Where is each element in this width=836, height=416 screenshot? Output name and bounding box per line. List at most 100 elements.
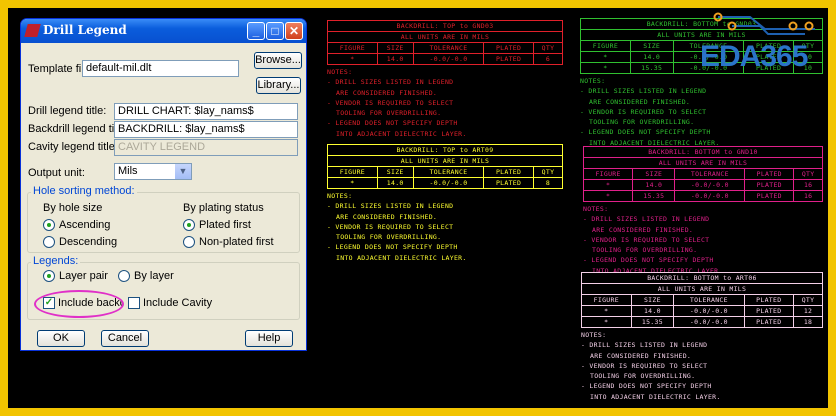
legend-header: FIGURE — [327, 166, 378, 178]
legend-cell: * — [581, 316, 632, 328]
close-button[interactable]: ✕ — [285, 22, 303, 40]
legend-cell: * — [327, 53, 378, 65]
legend-cell: * — [580, 62, 631, 74]
legend-header: TOLERANCE — [673, 294, 745, 306]
browse-button[interactable]: Browse... — [254, 52, 302, 69]
legend-row: * 14.0 -0.0/-0.0 PLATED 6 — [327, 53, 564, 65]
legend-note: - VENDOR IS REQUIRED TO SELECT — [327, 222, 454, 231]
legend-note: ARE CONSIDERED FINISHED. — [336, 212, 438, 221]
legend-note: TOOLING FOR OVERDRILLING. — [589, 118, 695, 127]
legend-header: SIZE — [376, 42, 414, 54]
legend-note: ARE CONSIDERED FINISHED. — [336, 88, 438, 97]
legend-cell: 15.35 — [630, 316, 675, 328]
by-hole-size-label: By hole size — [43, 202, 103, 214]
plated-first-radio[interactable] — [183, 219, 195, 231]
legend-note: NOTES: — [327, 68, 353, 76]
drill-legend-dialog: Drill Legend _ □ ✕ Template file: defaul… — [20, 18, 307, 351]
legend-header: PLATED — [744, 168, 795, 180]
legend-row: * 14.0 -0.0/-0.0 PLATED 12 — [581, 305, 823, 317]
legend-title: BACKDRILL: TOP to ART09 — [327, 144, 563, 156]
legend-cell: 14.0 — [376, 53, 414, 65]
legend-note: - VENDOR IS REQUIRED TO SELECT — [583, 235, 710, 244]
help-button[interactable]: Help — [245, 330, 293, 347]
ascending-radio[interactable] — [43, 219, 55, 231]
legend-note: NOTES: — [581, 331, 607, 339]
legend-cell: PLATED — [483, 53, 534, 65]
layer-pair-radio[interactable] — [43, 270, 55, 282]
output-unit-value: Mils — [118, 165, 138, 177]
descending-radio[interactable] — [43, 236, 55, 248]
legend-header: TOLERANCE — [674, 168, 746, 180]
backdrill-legend-input[interactable]: BACKDRILL: $lay_nams$ — [114, 121, 298, 138]
legend-cell: -0.0/-0.0 — [412, 53, 485, 65]
legend-header: FIGURE — [580, 40, 631, 52]
legend-cell: 8 — [532, 177, 564, 189]
maximize-button[interactable]: □ — [266, 22, 284, 40]
by-layer-radio[interactable] — [118, 270, 130, 282]
legend-note: TOOLING FOR OVERDRILLING. — [590, 372, 696, 381]
legend-units: ALL UNITS ARE IN MILS — [583, 157, 823, 169]
legend-note: - VENDOR IS REQUIRED TO SELECT — [327, 98, 454, 107]
ok-button[interactable]: OK — [37, 330, 85, 347]
legend-cell: 14.0 — [630, 305, 675, 317]
legend-note: INTO ADJACENT DIELECTRIC LAYER. — [590, 392, 721, 401]
highlight-ellipse — [34, 290, 124, 318]
cavity-legend-label: Cavity legend title: — [28, 141, 118, 153]
minimize-button[interactable]: _ — [247, 22, 265, 40]
legend-bottom-art06: BACKDRILL: BOTTOM to ART06 ALL UNITS ARE … — [581, 272, 823, 403]
output-unit-select[interactable]: Mils ▼ — [114, 163, 192, 180]
legend-note: TOOLING FOR OVERDRILLING. — [592, 246, 698, 255]
legend-cell: * — [581, 305, 632, 317]
nonplated-first-label: Non-plated first — [199, 236, 274, 248]
legend-cell: * — [327, 177, 378, 189]
legend-header: PLATED — [743, 294, 795, 306]
legend-cell: PLATED — [744, 190, 795, 202]
legend-header: FIGURE — [327, 42, 378, 54]
legend-title: BACKDRILL: TOP to GND03 — [327, 20, 563, 32]
drill-legend-label: Drill legend title: — [28, 105, 107, 117]
legend-note: - LEGEND DOES NOT SPECIFY DEPTH — [583, 256, 714, 265]
legend-cell: 18 — [793, 316, 823, 328]
legend-row: * 14.0 -0.0/-0.0 PLATED 8 — [327, 177, 564, 189]
by-plating-label: By plating status — [183, 202, 264, 214]
nonplated-first-radio[interactable] — [183, 236, 195, 248]
legend-note: ARE CONSIDERED FINISHED. — [589, 97, 691, 106]
legend-top-gnd03: BACKDRILL: TOP to GND03 ALL UNITS ARE IN … — [327, 20, 564, 140]
legend-cell: 16 — [793, 179, 823, 191]
legend-note: ARE CONSIDERED FINISHED. — [592, 225, 694, 234]
legend-bottom-gnd10: BACKDRILL: BOTTOM to GND10 ALL UNITS ARE … — [582, 146, 823, 277]
by-layer-label: By layer — [134, 270, 174, 282]
chevron-down-icon[interactable]: ▼ — [175, 164, 191, 179]
legend-note: - LEGEND DOES NOT SPECIFY DEPTH — [327, 243, 458, 252]
library-button[interactable]: Library... — [256, 77, 301, 94]
include-cavity-checkbox[interactable] — [128, 297, 140, 309]
legend-note: INTO ADJACENT DIELECTRIC LAYER. — [336, 253, 467, 262]
legend-note: - DRILL SIZES LISTED IN LEGEND — [581, 341, 708, 350]
legend-note: NOTES: — [583, 205, 609, 213]
legend-header: SIZE — [630, 294, 675, 306]
legend-cell: -0.0/-0.0 — [412, 177, 485, 189]
legend-header: SIZE — [376, 166, 414, 178]
cancel-button[interactable]: Cancel — [101, 330, 149, 347]
legend-note: TOOLING FOR OVERDRILLING. — [336, 233, 442, 242]
legend-cell: 14.0 — [632, 179, 676, 191]
descending-label: Descending — [59, 236, 118, 248]
legend-cell: PLATED — [743, 305, 795, 317]
drill-legend-input[interactable]: DRILL CHART: $lay_nams$ — [114, 103, 298, 120]
legend-note: - LEGEND DOES NOT SPECIFY DEPTH — [581, 382, 712, 391]
layer-pair-label: Layer pair — [59, 270, 108, 282]
legend-row: * 14.0 -0.0/-0.0 PLATED 16 — [582, 179, 823, 191]
legend-cell: PLATED — [743, 316, 795, 328]
template-file-input[interactable]: default-mil.dlt — [82, 60, 239, 77]
legend-cell: -0.0/-0.0 — [674, 179, 746, 191]
legend-cell: -0.0/-0.0 — [674, 190, 746, 202]
legend-header: PLATED — [483, 42, 534, 54]
legend-cell: * — [580, 51, 631, 63]
legend-header: TOLERANCE — [412, 166, 485, 178]
legend-note: ARE CONSIDERED FINISHED. — [590, 351, 692, 360]
title-bar[interactable]: Drill Legend _ □ ✕ — [21, 19, 306, 43]
legend-header: QTY — [793, 168, 823, 180]
legend-title: BACKDRILL: BOTTOM to ART06 — [581, 272, 823, 284]
legend-cell: -0.0/-0.0 — [673, 305, 745, 317]
legend-cell: 15.35 — [629, 62, 674, 74]
